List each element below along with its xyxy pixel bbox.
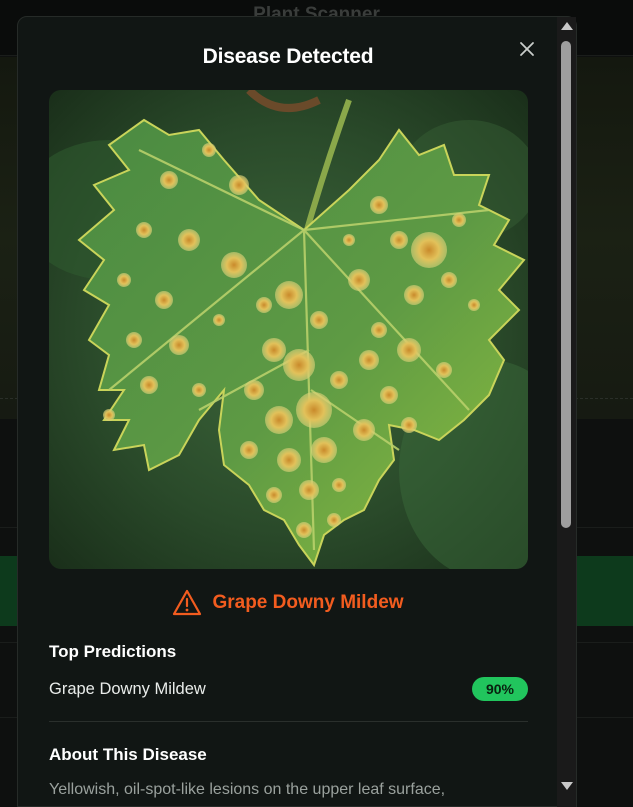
detected-disease: Grape Downy Mildew: [18, 589, 558, 617]
top-predictions-heading: Top Predictions: [49, 642, 177, 661]
modal-scrollbar[interactable]: [557, 17, 576, 807]
disease-modal: Disease Detected Grape Downy Mildew Top …: [17, 16, 577, 807]
prediction-row: Grape Downy Mildew 90%: [49, 675, 528, 703]
scrollbar-thumb[interactable]: [561, 41, 571, 528]
about-heading: About This Disease: [49, 745, 207, 764]
warning-triangle-icon: [173, 589, 202, 616]
close-button[interactable]: [517, 39, 537, 59]
section-divider: [49, 721, 528, 722]
prediction-name: Grape Downy Mildew: [49, 679, 206, 698]
disease-name: Grape Downy Mildew: [212, 592, 404, 613]
close-icon: [520, 42, 534, 56]
confidence-badge: 90%: [471, 677, 528, 701]
about-description: Yellowish, oil-spot-like lesions on the …: [49, 781, 446, 798]
leaf-photo: [49, 90, 528, 569]
scroll-down-arrow-icon[interactable]: [561, 782, 573, 790]
modal-title: Disease Detected: [202, 45, 374, 68]
scroll-up-arrow-icon[interactable]: [561, 22, 573, 30]
